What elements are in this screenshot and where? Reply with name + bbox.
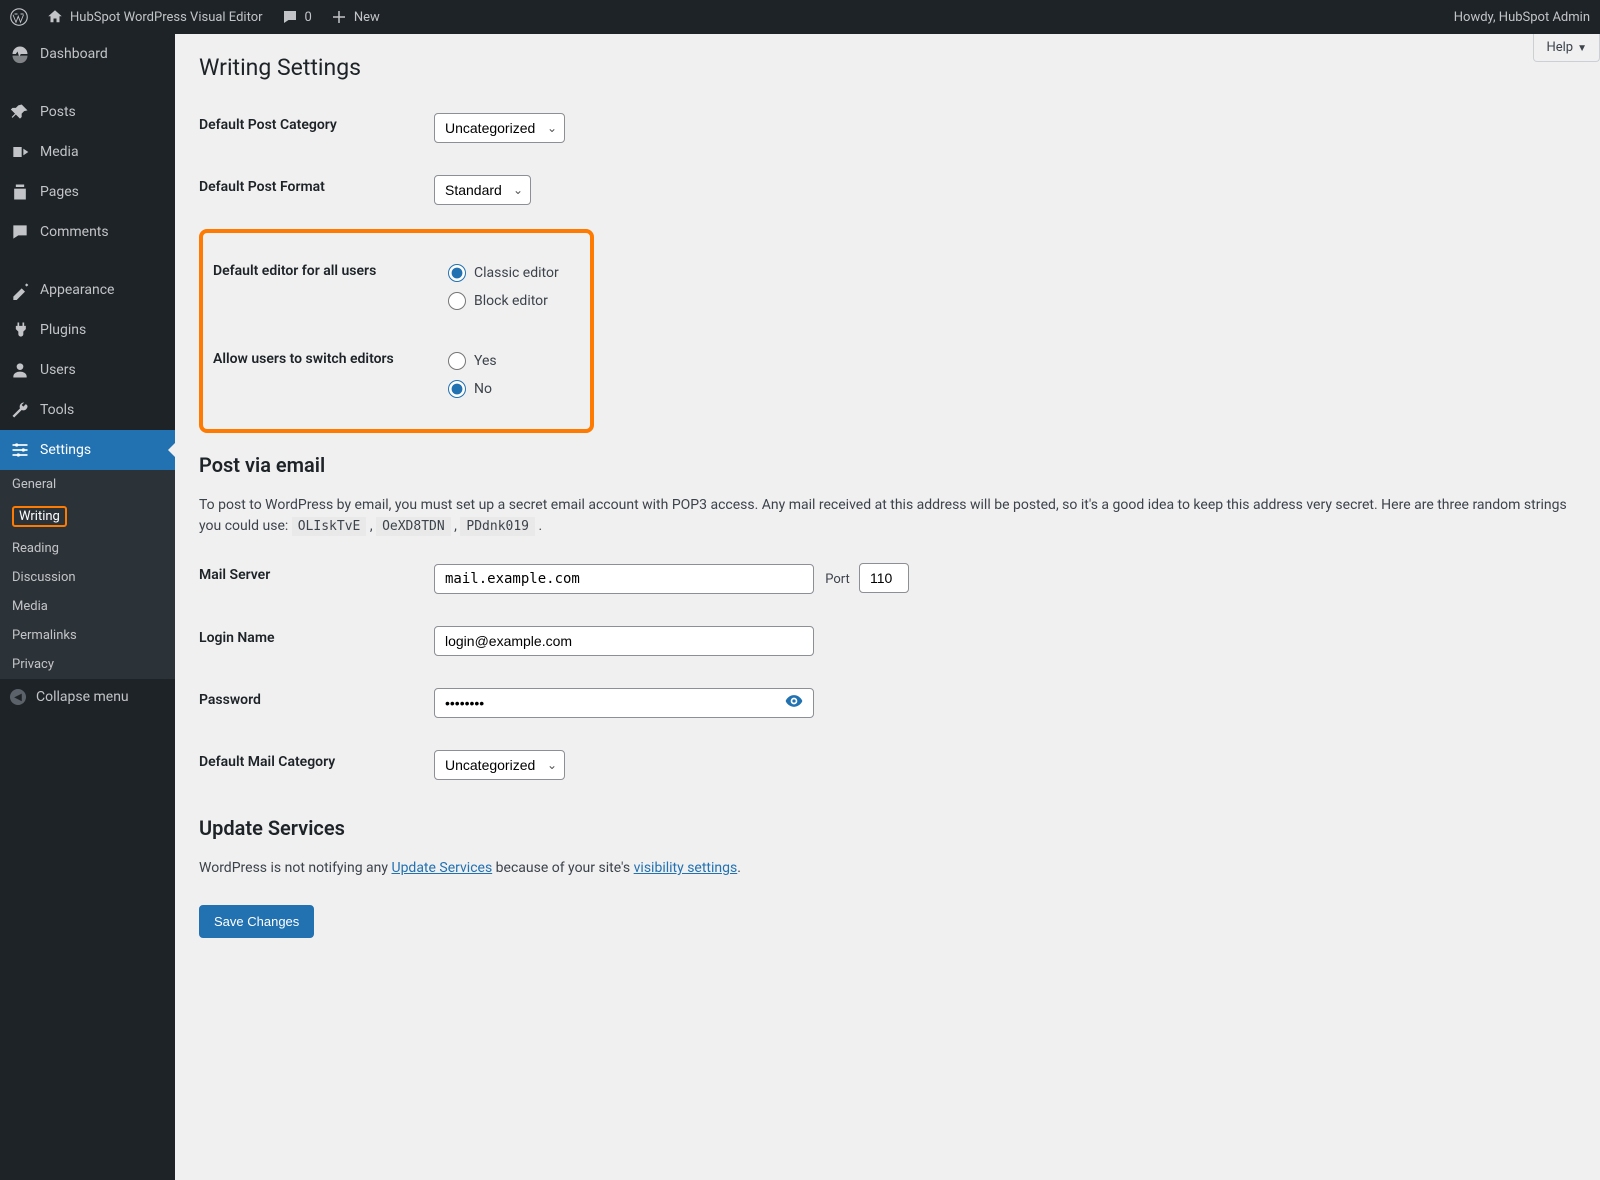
port-input[interactable] (859, 563, 909, 593)
writing-settings-form: Default Post Category Uncategorized ⌄ De… (199, 97, 1576, 221)
login-name-input[interactable] (434, 626, 814, 656)
radio-label: Classic editor (474, 265, 559, 281)
home-link[interactable]: HubSpot WordPress Visual Editor (46, 8, 263, 26)
appearance-icon (10, 280, 30, 300)
default-category-select[interactable]: Uncategorized (434, 113, 565, 143)
pin-icon (10, 102, 30, 122)
label-allow-switch: Allow users to switch editors (213, 331, 448, 419)
users-icon (10, 360, 30, 380)
comment-icon (10, 222, 30, 242)
sidebar-item-label: Appearance (40, 282, 114, 298)
section-update-services: Update Services (199, 796, 1576, 848)
update-services-blurb: WordPress is not notifying any Update Se… (199, 848, 1576, 889)
email-blurb: To post to WordPress by email, you must … (199, 485, 1576, 547)
comment-icon (281, 8, 299, 26)
help-tab[interactable]: Help▼ (1533, 34, 1600, 62)
radio-classic-editor[interactable] (448, 264, 466, 282)
mail-server-input[interactable] (434, 564, 814, 594)
submenu-media[interactable]: Media (0, 592, 175, 621)
sidebar-item-tools[interactable]: Tools (0, 390, 175, 430)
submenu-reading[interactable]: Reading (0, 534, 175, 563)
collapse-icon: ◀ (10, 689, 26, 705)
settings-submenu: General Writing Reading Discussion Media… (0, 470, 175, 679)
label-default-category: Default Post Category (199, 97, 434, 159)
tools-icon (10, 400, 30, 420)
admin-bar: HubSpot WordPress Visual Editor 0 New Ho… (0, 0, 1600, 34)
sidebar-item-label: Posts (40, 104, 76, 120)
media-icon (10, 142, 30, 162)
new-link[interactable]: New (330, 8, 380, 26)
radio-label: Block editor (474, 293, 548, 309)
label-password: Password (199, 672, 434, 734)
content-area: Help▼ Writing Settings Default Post Cate… (175, 34, 1600, 1180)
sidebar-item-label: Dashboard (40, 46, 108, 62)
collapse-label: Collapse menu (36, 689, 129, 705)
chevron-down-icon: ▼ (1577, 43, 1587, 54)
sidebar-item-label: Plugins (40, 322, 86, 338)
save-changes-button[interactable]: Save Changes (199, 905, 314, 938)
submenu-writing[interactable]: Writing (0, 499, 175, 534)
sidebar-item-label: Media (40, 144, 79, 160)
site-title: HubSpot WordPress Visual Editor (70, 10, 263, 25)
default-mail-category-select[interactable]: Uncategorized (434, 750, 565, 780)
submenu-general[interactable]: General (0, 470, 175, 499)
submenu-permalinks[interactable]: Permalinks (0, 621, 175, 650)
update-services-link[interactable]: Update Services (391, 860, 492, 876)
section-post-via-email: Post via email (199, 433, 1576, 485)
radio-block-editor[interactable] (448, 292, 466, 310)
sidebar-item-plugins[interactable]: Plugins (0, 310, 175, 350)
sidebar-item-label: Pages (40, 184, 79, 200)
show-password-button[interactable] (784, 691, 804, 715)
wordpress-icon (10, 8, 28, 26)
settings-icon (10, 440, 30, 460)
comments-count: 0 (305, 10, 312, 25)
comments-link[interactable]: 0 (281, 8, 312, 26)
plus-icon (330, 8, 348, 26)
password-input[interactable] (434, 688, 814, 718)
random-string: OeXD8TDN (376, 517, 451, 536)
sidebar-item-appearance[interactable]: Appearance (0, 270, 175, 310)
visibility-settings-link[interactable]: visibility settings (634, 860, 738, 876)
sidebar-item-dashboard[interactable]: Dashboard (0, 34, 175, 74)
admin-sidebar: Dashboard Posts Media Pages Comments App… (0, 34, 175, 1180)
sidebar-item-media[interactable]: Media (0, 132, 175, 172)
radio-switch-yes[interactable] (448, 352, 466, 370)
label-login-name: Login Name (199, 610, 434, 672)
radio-label: No (474, 381, 492, 397)
howdy-user[interactable]: Howdy, HubSpot Admin (1454, 10, 1590, 25)
sidebar-item-settings[interactable]: Settings (0, 430, 175, 470)
random-string: OLIskTvE (292, 517, 367, 536)
eye-icon (784, 691, 804, 711)
radio-label: Yes (474, 353, 497, 369)
sidebar-item-comments[interactable]: Comments (0, 212, 175, 252)
sidebar-item-posts[interactable]: Posts (0, 92, 175, 132)
home-icon (46, 8, 64, 26)
label-mail-server: Mail Server (199, 547, 434, 610)
sidebar-item-pages[interactable]: Pages (0, 172, 175, 212)
label-default-format: Default Post Format (199, 159, 434, 221)
wordpress-logo[interactable] (10, 8, 28, 26)
dashboard-icon (10, 44, 30, 64)
random-string: PDdnk019 (460, 517, 535, 536)
sidebar-item-label: Tools (40, 402, 74, 418)
default-format-select[interactable]: Standard (434, 175, 531, 205)
sidebar-item-label: Comments (40, 224, 109, 240)
label-default-mail-category: Default Mail Category (199, 734, 434, 796)
label-default-editor: Default editor for all users (213, 243, 448, 331)
page-title: Writing Settings (199, 34, 1576, 97)
sidebar-item-label: Users (40, 362, 76, 378)
sidebar-item-users[interactable]: Users (0, 350, 175, 390)
submenu-privacy[interactable]: Privacy (0, 650, 175, 679)
label-port: Port (825, 572, 850, 587)
plugins-icon (10, 320, 30, 340)
new-label: New (354, 10, 380, 25)
sidebar-item-label: Settings (40, 442, 91, 458)
pages-icon (10, 182, 30, 202)
editor-settings-highlight: Default editor for all users Classic edi… (199, 229, 594, 433)
submenu-discussion[interactable]: Discussion (0, 563, 175, 592)
collapse-menu[interactable]: ◀ Collapse menu (0, 679, 175, 715)
radio-switch-no[interactable] (448, 380, 466, 398)
